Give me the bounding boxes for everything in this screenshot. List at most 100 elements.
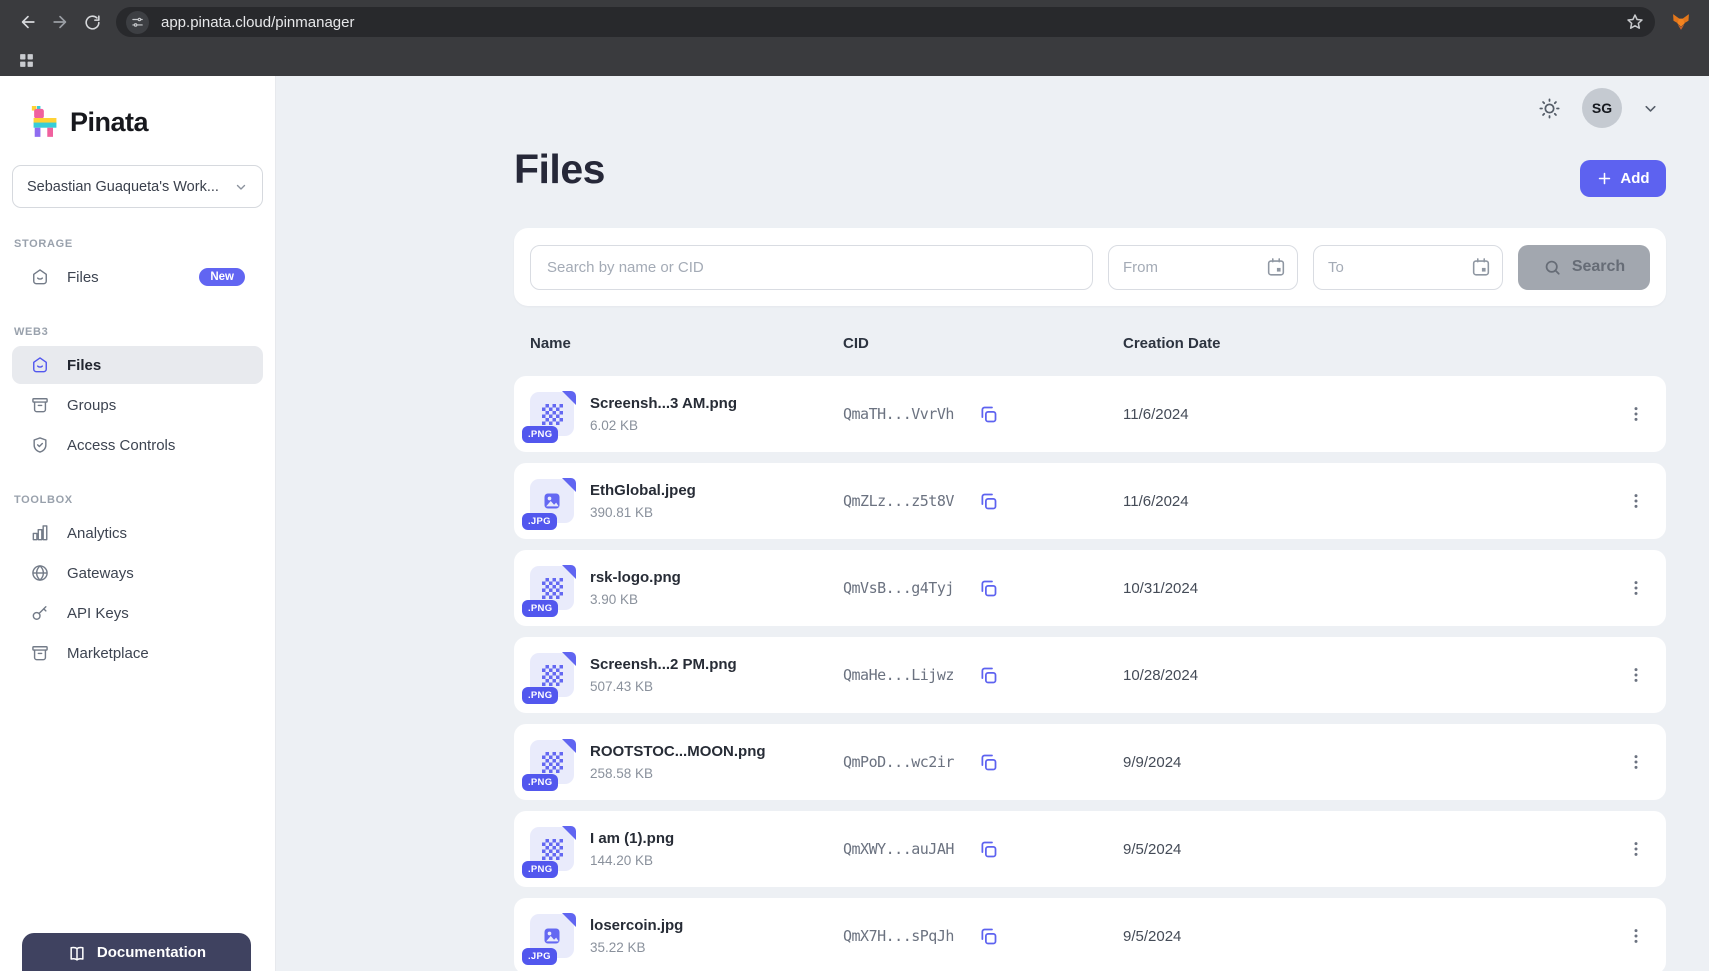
sidebar-item-marketplace[interactable]: Marketplace <box>12 634 263 672</box>
account-menu-button[interactable] <box>1642 100 1659 117</box>
copy-icon <box>978 926 999 947</box>
date-to-field[interactable] <box>1313 245 1503 290</box>
cid-value: QmVsB...g4Tyj <box>843 579 954 597</box>
cid-cell: QmPoD...wc2ir <box>843 752 1123 773</box>
site-settings-icon[interactable] <box>126 11 149 34</box>
kebab-menu-icon <box>1626 926 1646 946</box>
file-ext-badge: .JPG <box>522 948 557 965</box>
browser-back-button[interactable] <box>12 6 44 38</box>
file-name-cell: .PNG I am (1).png 144.20 KB <box>530 827 843 871</box>
sidebar-item-access-controls[interactable]: Access Controls <box>12 426 263 464</box>
row-menu-button[interactable] <box>1622 926 1650 946</box>
row-menu-button[interactable] <box>1622 839 1650 859</box>
file-ext-badge: .PNG <box>522 861 558 878</box>
table-row[interactable]: .PNG rsk-logo.png 3.90 KB QmVsB...g4Tyj <box>514 550 1666 626</box>
copy-icon <box>978 839 999 860</box>
copy-cid-button[interactable] <box>978 926 999 947</box>
url-bar[interactable]: app.pinata.cloud/pinmanager <box>116 7 1655 37</box>
row-menu-button[interactable] <box>1622 752 1650 772</box>
sidebar-item-groups[interactable]: Groups <box>12 386 263 424</box>
cid-cell: QmaTH...VvrVh <box>843 404 1123 425</box>
documentation-button[interactable]: Documentation <box>22 933 251 971</box>
file-type-icon: .JPG <box>530 479 574 523</box>
sidebar-item-web3-files[interactable]: Files <box>12 346 263 384</box>
browser-reload-button[interactable] <box>76 6 108 38</box>
cid-value: QmaTH...VvrVh <box>843 405 954 423</box>
image-glyph <box>542 926 562 946</box>
table-row[interactable]: .JPG EthGlobal.jpeg 390.81 KB QmZLz...z5… <box>514 463 1666 539</box>
cid-cell: QmXWY...auJAH <box>843 839 1123 860</box>
copy-cid-button[interactable] <box>978 665 999 686</box>
copy-cid-button[interactable] <box>978 752 999 773</box>
row-menu-button[interactable] <box>1622 578 1650 598</box>
section-label-toolbox: TOOLBOX <box>14 494 275 506</box>
cid-value: QmXWY...auJAH <box>843 840 954 858</box>
table-row[interactable]: .JPG losercoin.jpg 35.22 KB QmX7H...sPqJ… <box>514 898 1666 971</box>
file-name-cell: .PNG Screensh...2 PM.png 507.43 KB <box>530 653 843 697</box>
date-from-field[interactable] <box>1108 245 1298 290</box>
metamask-extension-icon[interactable] <box>1665 6 1697 38</box>
copy-cid-button[interactable] <box>978 839 999 860</box>
sidebar-item-label: Gateways <box>67 565 134 582</box>
bookmark-star-icon[interactable] <box>1625 12 1645 32</box>
url-text: app.pinata.cloud/pinmanager <box>161 14 1625 31</box>
table-row[interactable]: .PNG I am (1).png 144.20 KB QmXWY...auJA… <box>514 811 1666 887</box>
folded-corner-icon <box>562 826 576 840</box>
chevron-down-icon <box>234 180 248 194</box>
table-row[interactable]: .PNG Screensh...3 AM.png 6.02 KB QmaTH..… <box>514 376 1666 452</box>
cid-value: QmaHe...Lijwz <box>843 666 954 684</box>
folded-corner-icon <box>562 739 576 753</box>
file-name: EthGlobal.jpeg <box>590 482 696 499</box>
sidebar-item-api-keys[interactable]: API Keys <box>12 594 263 632</box>
chevron-down-icon <box>1642 100 1659 117</box>
theme-toggle-button[interactable] <box>1537 96 1562 121</box>
workspace-selector[interactable]: Sebastian Guaqueta's Work... <box>12 165 263 208</box>
cid-cell: QmX7H...sPqJh <box>843 926 1123 947</box>
file-ext-badge: .PNG <box>522 687 558 704</box>
png-checker-glyph <box>542 839 563 860</box>
date-from-input[interactable] <box>1108 245 1298 290</box>
table-row[interactable]: .PNG ROOTSTOC...MOON.png 258.58 KB QmPoD… <box>514 724 1666 800</box>
copy-icon <box>978 578 999 599</box>
sidebar-item-analytics[interactable]: Analytics <box>12 514 263 552</box>
column-header-cid: CID <box>843 335 1123 352</box>
add-button[interactable]: Add <box>1580 160 1666 197</box>
table-header: Name CID Creation Date <box>514 318 1666 368</box>
reload-icon <box>83 13 102 32</box>
pinata-logo-icon <box>30 106 60 138</box>
row-menu-button[interactable] <box>1622 665 1650 685</box>
cid-cell: QmZLz...z5t8V <box>843 491 1123 512</box>
kebab-menu-icon <box>1626 752 1646 772</box>
copy-cid-button[interactable] <box>978 404 999 425</box>
sidebar-item-storage-files[interactable]: Files New <box>12 258 263 296</box>
file-name-cell: .PNG ROOTSTOC...MOON.png 258.58 KB <box>530 740 843 784</box>
creation-date: 10/31/2024 <box>1123 580 1622 597</box>
sidebar-item-gateways[interactable]: Gateways <box>12 554 263 592</box>
row-menu-button[interactable] <box>1622 404 1650 424</box>
search-button-label: Search <box>1572 258 1625 276</box>
shield-check-icon <box>30 435 50 455</box>
file-type-icon: .PNG <box>530 566 574 610</box>
search-button[interactable]: Search <box>1518 245 1650 290</box>
sidebar-item-label: Marketplace <box>67 645 149 662</box>
browser-forward-button[interactable] <box>44 6 76 38</box>
file-ext-badge: .PNG <box>522 600 558 617</box>
table-row[interactable]: .PNG Screensh...2 PM.png 507.43 KB QmaHe… <box>514 637 1666 713</box>
sidebar-item-label: API Keys <box>67 605 129 622</box>
creation-date: 9/5/2024 <box>1123 841 1622 858</box>
copy-cid-button[interactable] <box>978 578 999 599</box>
avatar[interactable]: SG <box>1582 88 1622 128</box>
search-input[interactable] <box>530 245 1093 290</box>
copy-cid-button[interactable] <box>978 491 999 512</box>
file-type-icon: .PNG <box>530 653 574 697</box>
apps-grid-icon[interactable] <box>10 44 42 76</box>
sidebar-item-label: Files <box>67 269 99 286</box>
png-checker-glyph <box>542 665 563 686</box>
new-badge: New <box>199 268 245 286</box>
creation-date: 11/6/2024 <box>1123 406 1622 423</box>
file-table: .PNG Screensh...3 AM.png 6.02 KB QmaTH..… <box>514 376 1666 971</box>
png-checker-glyph <box>542 578 563 599</box>
date-to-input[interactable] <box>1313 245 1503 290</box>
row-menu-button[interactable] <box>1622 491 1650 511</box>
workspace-name: Sebastian Guaqueta's Work... <box>27 179 219 195</box>
